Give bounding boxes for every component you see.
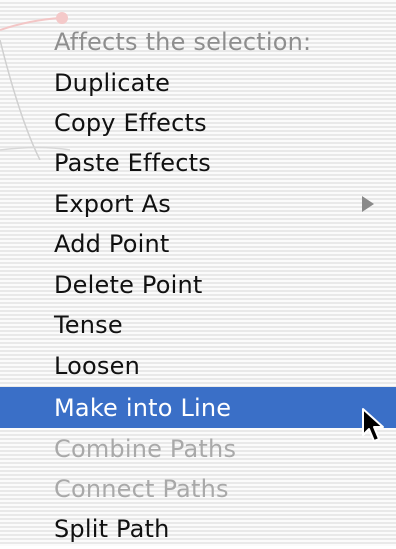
menu-item-connect-paths: Connect Paths (54, 474, 229, 503)
menu-item-label: Export As (54, 189, 171, 218)
menu-item-split-path[interactable]: Split Path (0, 508, 396, 549)
menu-section-header: Affects the selection: (54, 27, 312, 56)
triangle-right-icon (362, 195, 374, 212)
menu-item-combine-paths: Combine Paths (54, 434, 237, 463)
arrow-cursor-icon (362, 408, 384, 442)
menu-item-copy-effects[interactable]: Copy Effects (0, 102, 396, 143)
menu-item-add-point[interactable]: Add Point (0, 223, 396, 264)
menu-item-make-into-line[interactable]: Make into Line (0, 387, 396, 428)
context-menu: Affects the selection: Duplicate Copy Ef… (0, 0, 396, 546)
menu-item-export-as[interactable]: Export As (0, 183, 396, 224)
menu-item-delete-point[interactable]: Delete Point (0, 264, 396, 305)
menu-item-tense[interactable]: Tense (0, 304, 396, 345)
menu-item-duplicate[interactable]: Duplicate (0, 62, 396, 103)
menu-item-loosen[interactable]: Loosen (0, 345, 396, 386)
menu-item-paste-effects[interactable]: Paste Effects (0, 142, 396, 183)
